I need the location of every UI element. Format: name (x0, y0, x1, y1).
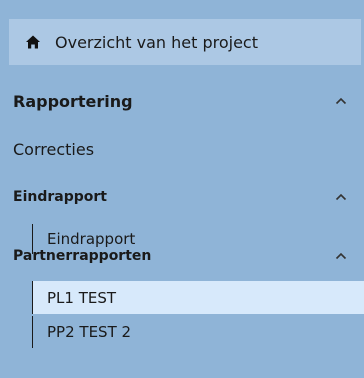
nav-item-pl1-test-label: PL1 TEST (47, 288, 117, 307)
home-icon (26, 35, 40, 49)
project-overview-label: Overzicht van het project (55, 32, 258, 52)
project-overview-link[interactable]: Overzicht van het project (9, 19, 361, 65)
nav-item-pp2-test-2[interactable]: PP2 TEST 2 (32, 316, 364, 348)
section-rapportering[interactable]: Rapportering (9, 86, 361, 116)
section-eindrapport-label: Eindrapport (13, 189, 107, 205)
chevron-up-icon[interactable] (335, 252, 347, 260)
section-eindrapport[interactable]: Eindrapport (9, 185, 361, 209)
nav-item-correcties[interactable]: Correcties (13, 140, 94, 159)
tree-indent-line (32, 316, 33, 348)
section-partnerrapporten-label: Partnerrapporten (13, 248, 152, 264)
nav-item-pl1-test[interactable]: PL1 TEST (32, 281, 364, 314)
chevron-up-icon[interactable] (335, 193, 347, 201)
tree-indent-line (32, 281, 33, 314)
section-rapportering-label: Rapportering (13, 91, 133, 111)
chevron-up-icon[interactable] (335, 97, 347, 105)
nav-item-pp2-test-2-label: PP2 TEST 2 (47, 323, 132, 341)
project-sidebar: Overzicht van het project Rapportering C… (0, 0, 364, 378)
section-partnerrapporten[interactable]: Partnerrapporten (9, 244, 361, 268)
